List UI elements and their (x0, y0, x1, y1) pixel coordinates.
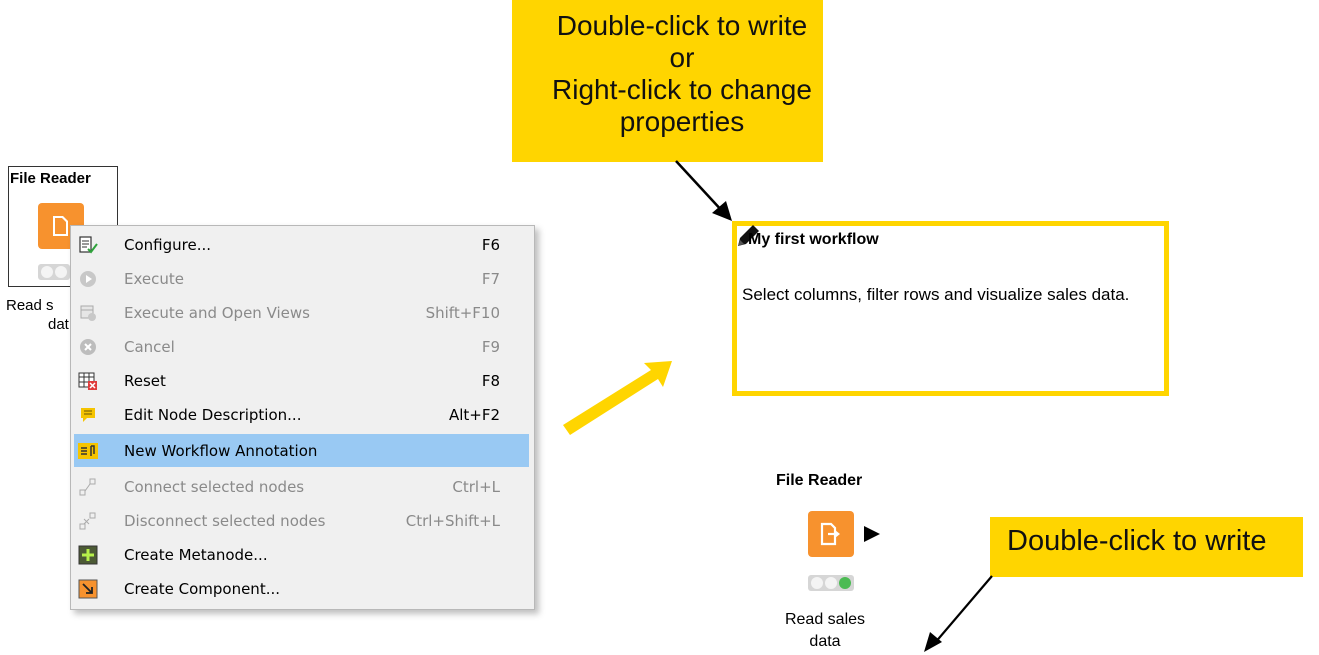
status-light-yellow (55, 266, 67, 278)
file-reader-icon (53, 216, 68, 236)
menu-item-new-workflow-annotation[interactable]: New Workflow Annotation (74, 434, 529, 467)
edit-description-icon (78, 405, 98, 425)
callout-bottom-box: Double-click to write (990, 517, 1303, 577)
pointer-arrow-top-icon (675, 160, 732, 221)
left-node-title: File Reader (10, 170, 91, 187)
right-node-title: File Reader (776, 472, 863, 489)
status-light-red (811, 577, 823, 589)
status-light-green (839, 577, 851, 589)
execute-open-views-icon (78, 303, 98, 323)
status-light-yellow (825, 577, 837, 589)
left-node-label[interactable]: Read s dat (6, 296, 76, 334)
cancel-icon (78, 337, 98, 357)
disconnect-nodes-icon (78, 511, 98, 531)
workflow-annotation-icon (78, 441, 98, 461)
menu-item-cancel[interactable]: Cancel F9 (74, 330, 529, 363)
file-reader-icon (820, 522, 840, 546)
menu-item-connect-selected-nodes[interactable]: Connect selected nodes Ctrl+L (74, 470, 529, 503)
reset-icon (78, 371, 98, 391)
output-port-icon[interactable] (864, 526, 880, 542)
menu-item-disconnect-selected-nodes[interactable]: Disconnect selected nodes Ctrl+Shift+L (74, 504, 529, 537)
node-context-menu: Configure... F6 Execute F7 Execute and O… (70, 225, 535, 610)
menu-item-execute-open-views[interactable]: Execute and Open Views Shift+F10 (74, 296, 529, 329)
menu-item-reset[interactable]: Reset F8 (74, 364, 529, 397)
annotation-body: Select columns, filter rows and visualiz… (742, 285, 1130, 304)
callout-top-text: Double-click to write or Right-click to … (552, 10, 812, 137)
right-node-label[interactable]: Read sales data (770, 609, 880, 653)
right-node-status-lights (808, 575, 854, 591)
create-component-icon (78, 579, 98, 599)
execute-icon (78, 269, 98, 289)
status-light-red (41, 266, 53, 278)
menu-item-configure[interactable]: Configure... F6 (74, 228, 529, 261)
menu-item-create-component[interactable]: Create Component... (74, 572, 529, 605)
create-metanode-icon (78, 545, 98, 565)
menu-item-execute[interactable]: Execute F7 (74, 262, 529, 295)
transition-arrow-icon (563, 361, 672, 435)
left-node-status-lights (38, 264, 70, 280)
right-file-reader-node-icon[interactable] (808, 511, 854, 557)
configure-icon (78, 235, 98, 255)
pointer-arrow-bottom-icon (924, 575, 993, 652)
menu-item-edit-node-description[interactable]: Edit Node Description... Alt+F2 (74, 398, 529, 431)
callout-bottom-text: Double-click to write (1007, 525, 1267, 557)
annotation-title: My first workflow (748, 231, 879, 248)
menu-item-create-metanode[interactable]: Create Metanode... (74, 538, 529, 571)
connect-nodes-icon (78, 477, 98, 497)
